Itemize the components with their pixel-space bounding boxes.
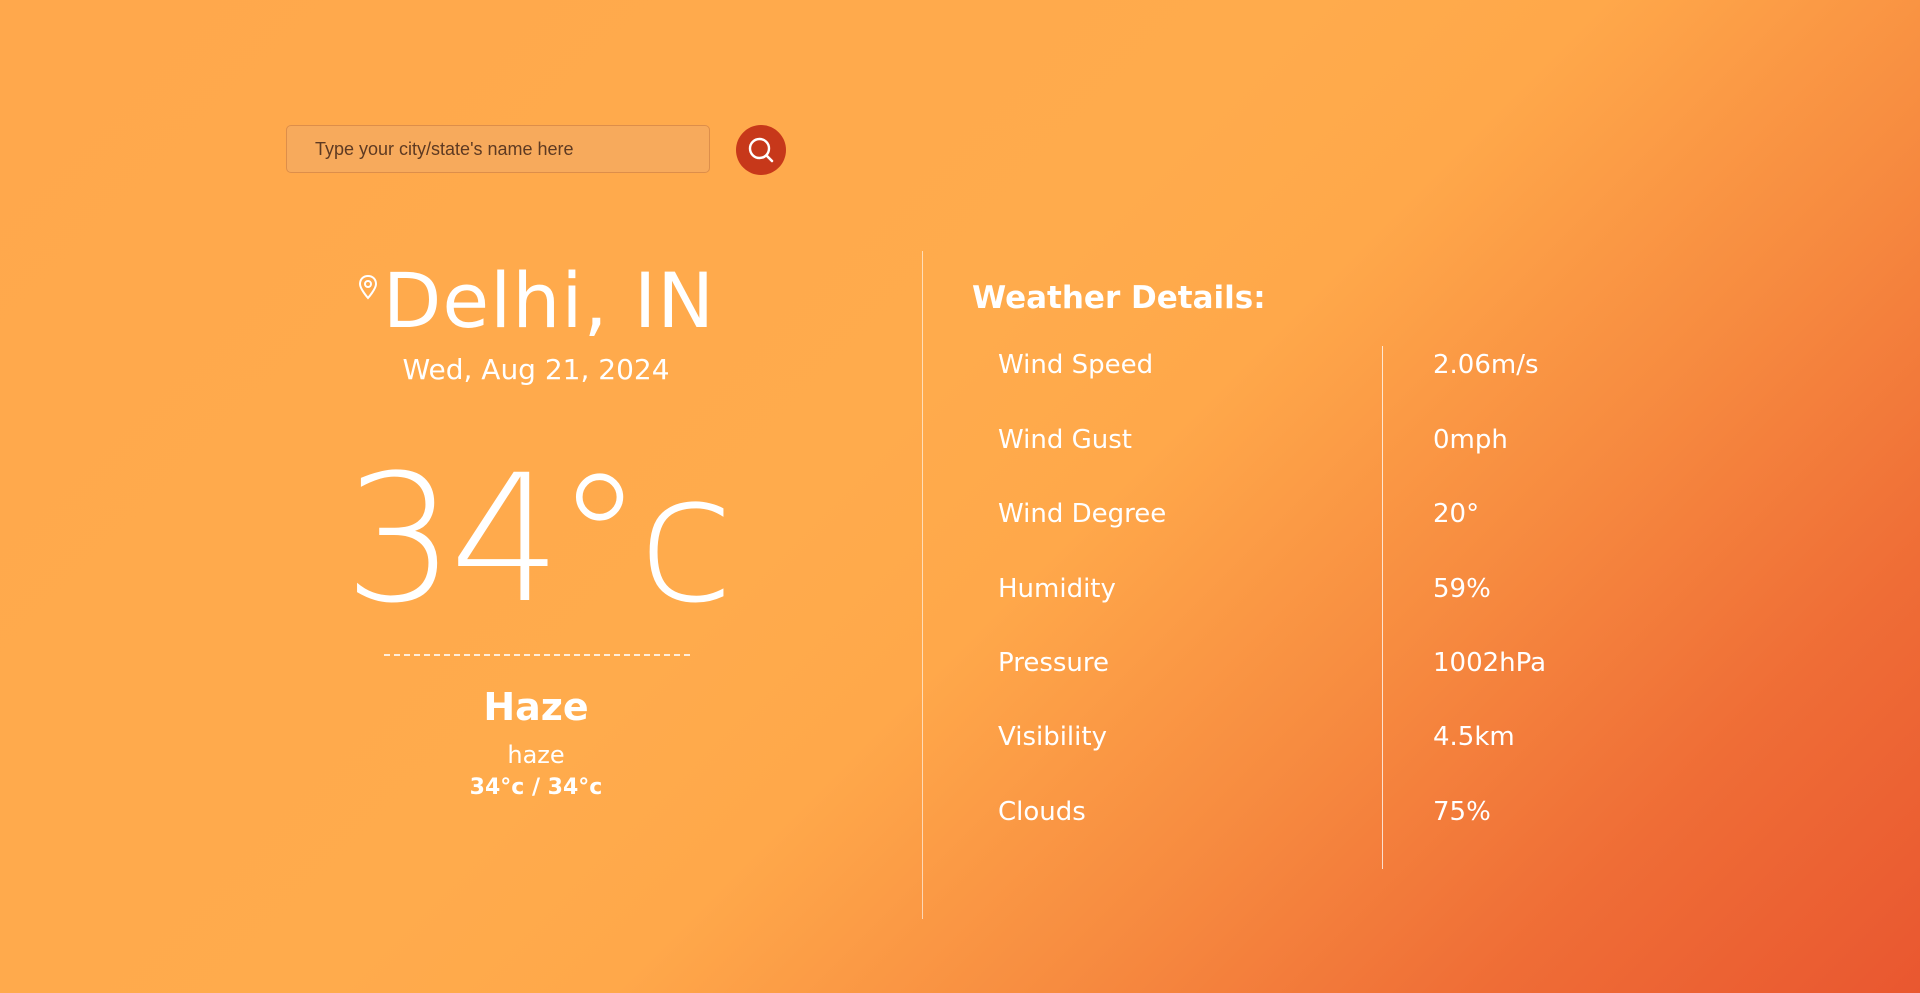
detail-label-visibility: Visibility [998,722,1107,752]
search-icon [748,137,774,163]
detail-label-wind-gust: Wind Gust [998,425,1132,455]
detail-value-wind-speed: 2.06m/s [1433,350,1539,380]
weather-description: haze [507,741,565,769]
city-name: Delhi, IN [382,256,716,345]
detail-value-wind-gust: 0mph [1433,425,1508,455]
detail-label-clouds: Clouds [998,797,1086,827]
detail-value-pressure: 1002hPa [1433,648,1547,678]
detail-label-wind-degree: Wind Degree [998,499,1167,529]
detail-value-humidity: 59% [1433,574,1491,604]
weather-condition: Haze [483,685,589,729]
detail-label-pressure: Pressure [998,648,1110,678]
section-divider [922,251,923,919]
temperature-value: 34°c [343,437,735,642]
detail-value-clouds: 75% [1433,797,1491,827]
search-input[interactable] [313,137,709,161]
search-button[interactable] [736,125,786,175]
detail-label-humidity: Humidity [998,574,1116,604]
details-column-divider [1382,346,1383,869]
details-title: Weather Details: [972,280,1266,316]
search-field[interactable] [286,125,710,173]
current-date: Wed, Aug 21, 2024 [402,353,670,386]
location-row: Delhi, IN [286,256,786,346]
min-max-temperature: 34°c / 34°c [469,775,603,800]
detail-value-visibility: 4.5km [1433,722,1515,752]
detail-value-wind-degree: 20° [1433,499,1480,529]
temperature-divider [384,654,690,656]
location-pin-icon [358,274,377,300]
detail-label-wind-speed: Wind Speed [998,350,1154,380]
